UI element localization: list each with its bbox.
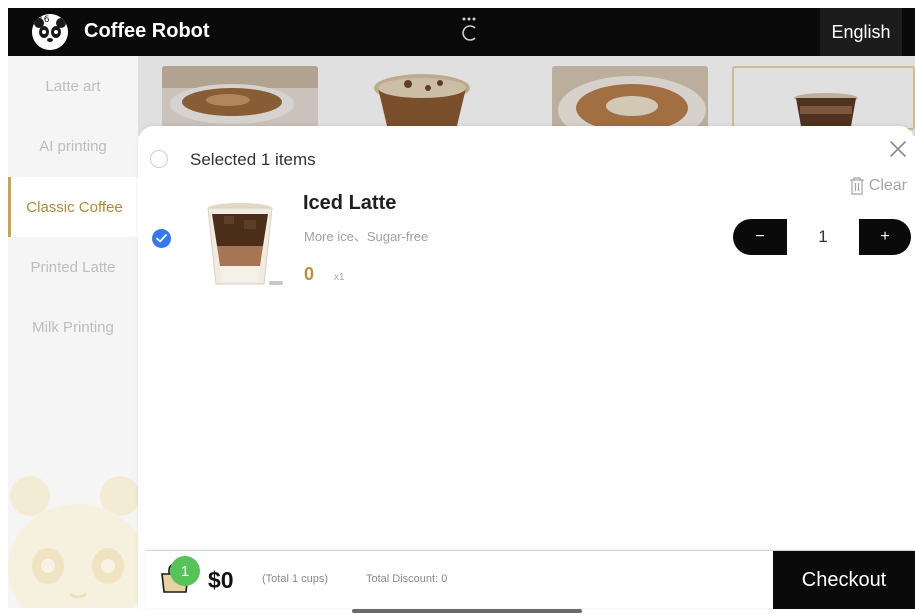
panda-logo-icon: 16	[32, 14, 68, 50]
logo-badge: 16	[38, 15, 50, 25]
iced-latte-image	[200, 200, 280, 286]
loading-spinner-icon	[459, 16, 479, 42]
checkout-bar: 1 $0 (Total 1 cups) Total Discount: 0 Ch…	[146, 550, 915, 609]
item-drag-handle[interactable]	[269, 281, 283, 285]
trash-icon	[849, 177, 865, 195]
total-discount-note: Total Discount: 0	[366, 573, 448, 585]
close-icon[interactable]	[887, 138, 909, 160]
clear-label: Clear	[868, 177, 907, 194]
increase-quantity-button[interactable]: +	[859, 219, 911, 255]
item-name: Iced Latte	[303, 192, 397, 214]
quantity-value: 1	[787, 219, 859, 255]
checkout-button[interactable]: Checkout	[773, 551, 915, 609]
top-bar: 16 Coffee Robot English	[8, 8, 915, 56]
home-indicator[interactable]	[352, 609, 582, 613]
sidebar-item-ai-printing[interactable]: AI printing	[8, 116, 138, 176]
category-sidebar: Latte art AI printing Classic Coffee Pri…	[8, 56, 148, 614]
selected-count-label: Selected 1 items	[190, 150, 316, 169]
item-quantity-multiplier: x1	[334, 272, 345, 283]
decrease-quantity-button[interactable]: −	[733, 219, 787, 255]
item-checkbox[interactable]	[152, 229, 171, 248]
item-options: More ice、Sugar-free	[304, 229, 429, 244]
sidebar-item-printed-latte[interactable]: Printed Latte	[8, 237, 138, 297]
app-title: Coffee Robot	[84, 20, 210, 42]
total-price: $0	[208, 567, 234, 593]
background-dim-overlay	[138, 56, 915, 136]
total-cups-note: (Total 1 cups)	[262, 573, 329, 585]
checkmark-icon	[156, 234, 167, 243]
sidebar-item-latte-art[interactable]: Latte art	[8, 56, 138, 116]
sidebar-item-milk-printing[interactable]: Milk Printing	[8, 297, 138, 357]
sidebar-item-classic-coffee[interactable]: Classic Coffee	[8, 177, 138, 237]
cart-count-badge: 1	[170, 556, 200, 586]
panda-watermark-icon	[8, 456, 148, 614]
quantity-stepper: − 1 +	[733, 219, 911, 255]
clear-button[interactable]: Clear	[849, 177, 907, 195]
cart-sheet: Selected 1 items Clear Iced Latte More i…	[138, 126, 915, 608]
language-button[interactable]: English	[820, 8, 902, 56]
item-price: 0	[304, 264, 315, 284]
select-all-radio[interactable]	[150, 150, 168, 168]
